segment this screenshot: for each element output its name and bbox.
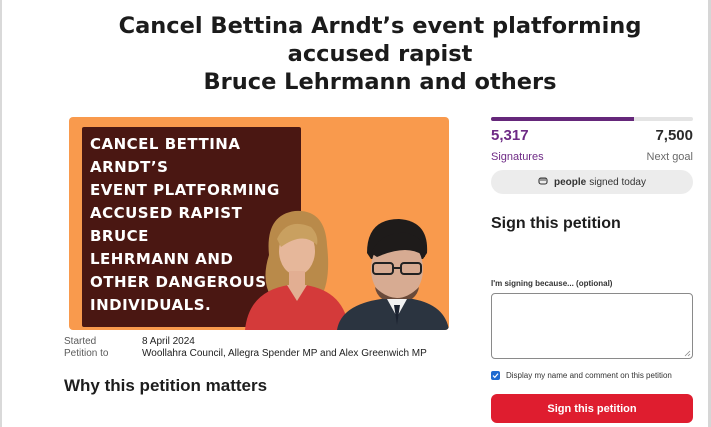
started-label: Started (64, 336, 97, 347)
reason-textarea[interactable] (491, 293, 693, 359)
check-icon (492, 373, 499, 379)
signature-goal: 7,500 (655, 127, 693, 144)
fist-icon (538, 176, 548, 189)
petition-to-row: Petition to Woollahra Council, Allegra S… (64, 348, 427, 360)
signed-today-bold: people (554, 176, 587, 188)
display-name-checkbox[interactable] (491, 371, 500, 380)
signature-progress-bar (491, 117, 693, 121)
why-heading: Why this petition matters (64, 376, 268, 395)
image-text-line: EVENT PLATFORMING (90, 181, 280, 199)
title-line-1: Cancel Bettina Arndt’s event platforming… (118, 13, 642, 67)
display-name-option[interactable]: Display my name and comment on this peti… (491, 371, 672, 380)
petition-meta: Started 8 April 2024 Petition to Woollah… (64, 336, 427, 360)
signature-progress-fill (491, 117, 635, 121)
reason-label: I'm signing because... (optional) (491, 279, 613, 288)
sign-petition-heading: Sign this petition (491, 215, 621, 232)
started-date: 8 April 2024 (142, 336, 195, 347)
petition-to-recipients: Woollahra Council, Allegra Spender MP an… (142, 348, 427, 359)
page-title: Cancel Bettina Arndt’s event platforming… (70, 12, 690, 96)
signature-goal-label: Next goal (646, 151, 693, 163)
display-name-label: Display my name and comment on this peti… (506, 371, 672, 380)
image-text-line: CANCEL BETTINA ARNDT’S (90, 135, 241, 176)
petition-image: CANCEL BETTINA ARNDT’S EVENT PLATFORMING… (69, 117, 449, 330)
petition-to-label: Petition to (64, 348, 109, 359)
title-line-2: Bruce Lehrmann and others (203, 69, 557, 95)
signed-today-badge: people signed today (491, 170, 693, 194)
resize-grip-icon[interactable] (684, 350, 691, 357)
window-left-border (0, 0, 2, 427)
signature-count-label: Signatures (491, 151, 544, 163)
signature-count: 5,317 (491, 127, 529, 144)
signed-today-text: signed today (589, 176, 646, 188)
man-photo (337, 219, 449, 330)
sign-petition-button[interactable]: Sign this petition (491, 394, 693, 423)
started-row: Started 8 April 2024 (64, 336, 427, 348)
